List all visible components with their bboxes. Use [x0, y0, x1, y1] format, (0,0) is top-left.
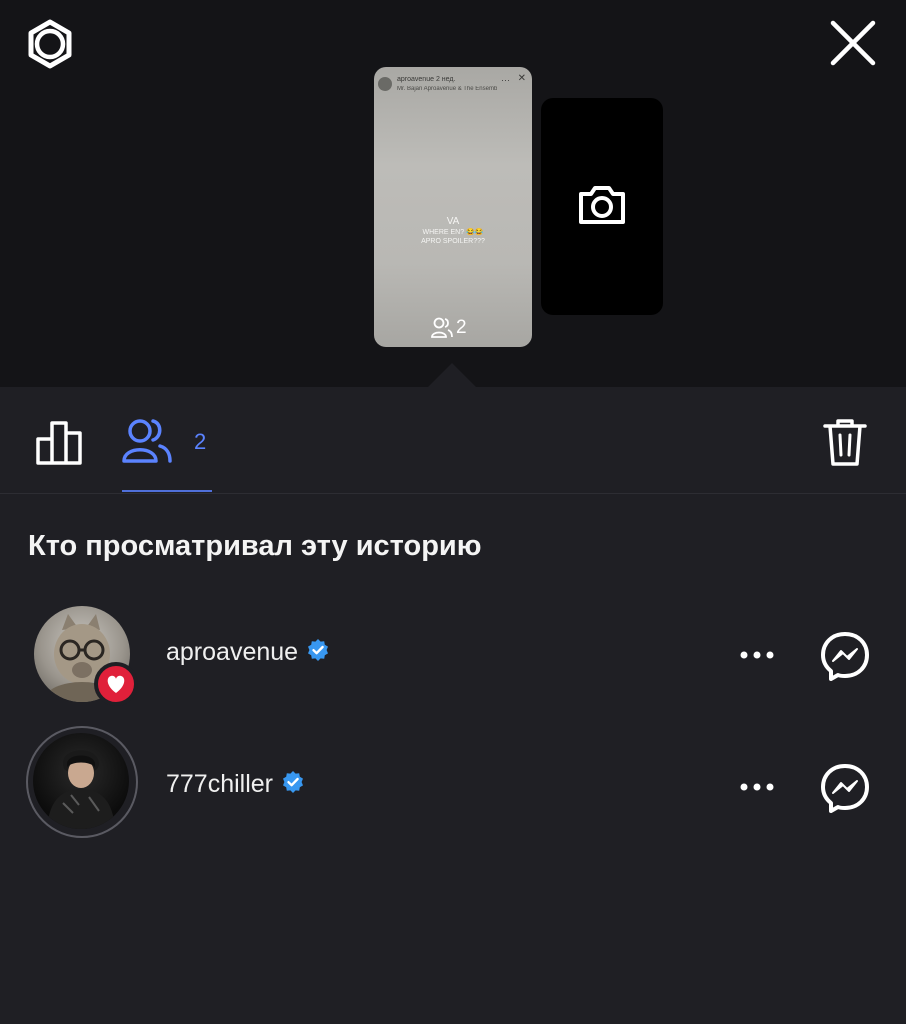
story-author-username: aproavenue [397, 76, 434, 83]
avatar-image [47, 750, 115, 829]
selection-pointer [428, 363, 476, 387]
viewer-username-text: 777chiller [166, 770, 274, 799]
viewers-count: 2 [194, 429, 207, 454]
viewer-row[interactable]: aproavenue [0, 606, 906, 716]
story-overlay-title: VA [446, 216, 460, 227]
section-title: Кто просматривал эту историю [28, 530, 482, 562]
add-story-card[interactable] [541, 98, 663, 315]
story-overlay-line1: WHERE EN? 😂😂 [422, 229, 484, 236]
viewers-icon [431, 317, 453, 338]
viewer-username-text: aproavenue [166, 638, 299, 667]
story-thumbnail[interactable]: aproavenue 2 нед. Mr. Bajan Aproavenue &… [374, 67, 532, 347]
avatar[interactable] [33, 733, 129, 829]
tab-viewers[interactable]: 2 [120, 415, 215, 467]
heart-icon [94, 662, 138, 706]
messenger-icon[interactable] [818, 629, 872, 683]
insights-tabs: 2 [0, 387, 906, 494]
viewer-row[interactable]: 777chiller [0, 726, 906, 838]
story-song: Mr. Bajan Aproavenue & The Ensemble Of I… [397, 86, 497, 92]
story-overlay-line2: APRO SPOILER??? [421, 238, 485, 245]
verified-badge-icon [281, 770, 305, 801]
story-viewer-count-value: 2 [456, 317, 467, 338]
viewer-username[interactable]: aproavenue [166, 638, 330, 669]
active-tab-indicator [122, 490, 212, 492]
gear-icon[interactable] [24, 18, 76, 70]
viewer-username[interactable]: 777chiller [166, 770, 305, 801]
camera-icon [575, 178, 629, 232]
story-time: 2 нед. [435, 76, 456, 83]
story-viewer-count: 2 [430, 317, 467, 339]
more-options-icon[interactable] [736, 642, 778, 668]
story-author-avatar [378, 77, 392, 91]
story-overlay-text: VA WHERE EN? 😂😂 APRO SPOILER??? [374, 217, 532, 246]
verified-badge-icon [306, 638, 330, 669]
bar-chart-icon[interactable] [34, 415, 90, 467]
story-more-icon: ··· [501, 75, 510, 85]
story-close-icon: ✕ [517, 73, 526, 84]
story-thumbnail-header: aproavenue 2 нед. Mr. Bajan Aproavenue &… [378, 73, 528, 97]
viewers-icon [122, 419, 172, 463]
more-options-icon[interactable] [736, 774, 778, 800]
close-icon[interactable] [826, 16, 880, 70]
story-preview-area: aproavenue 2 нед. Mr. Bajan Aproavenue &… [0, 0, 906, 387]
story-author-name: aproavenue 2 нед. [397, 76, 455, 83]
messenger-icon[interactable] [818, 761, 872, 815]
trash-icon[interactable] [820, 417, 870, 469]
